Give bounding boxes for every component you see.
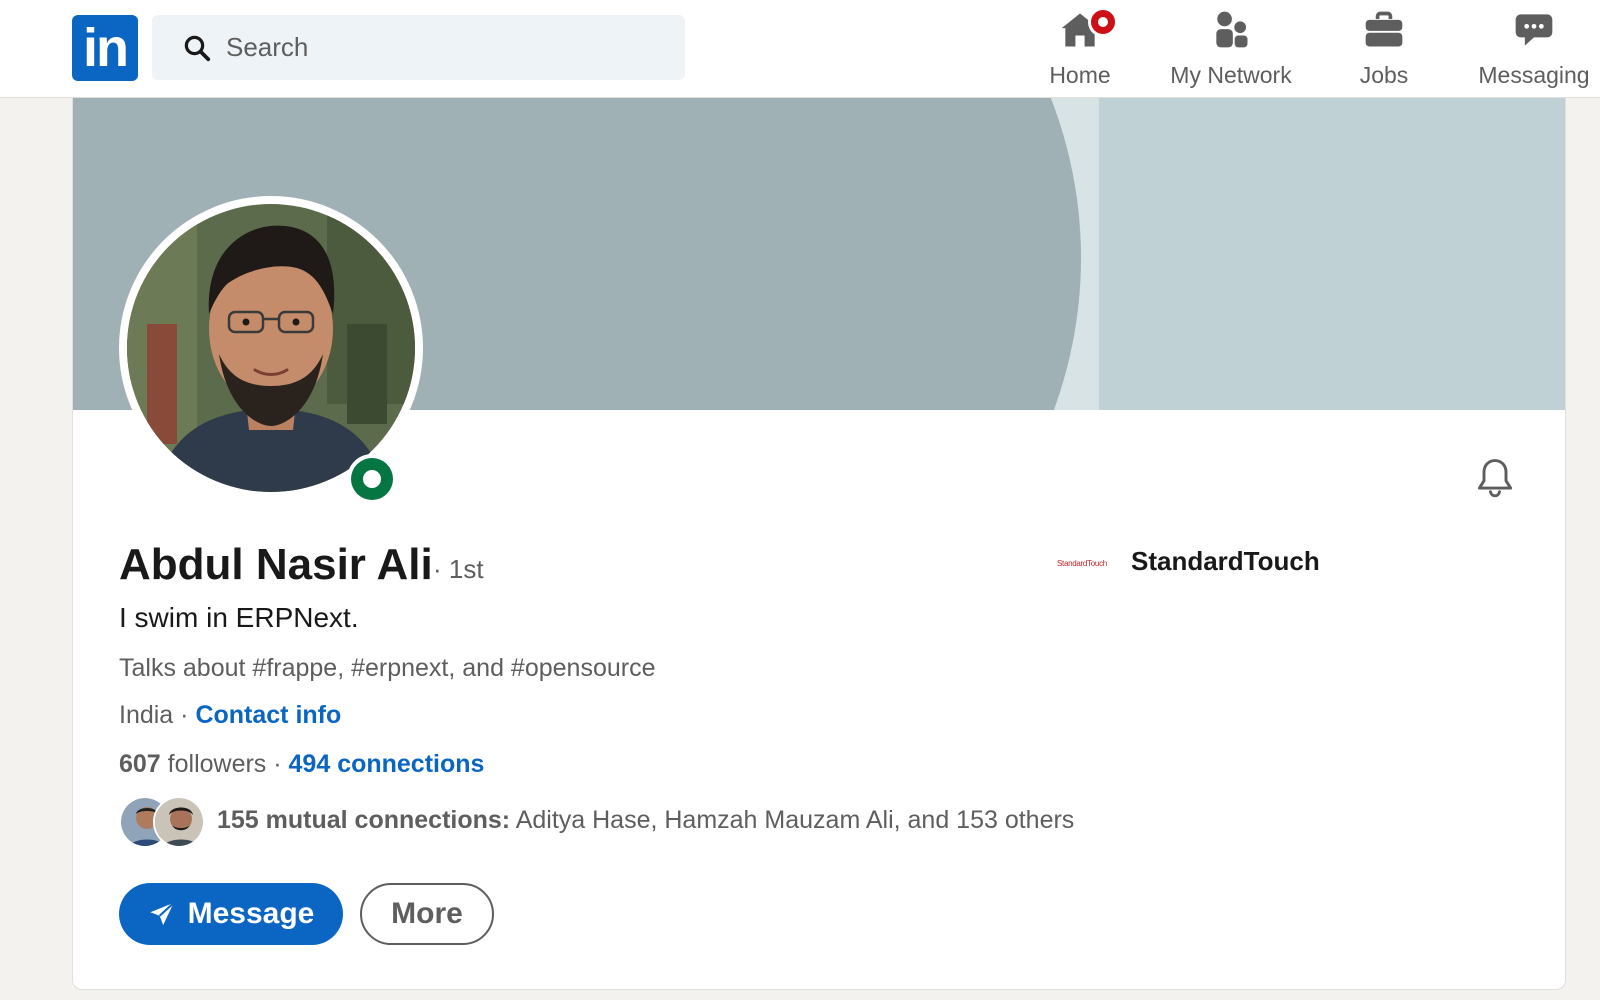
company-name: StandardTouch [1131,546,1320,576]
company-logo: StandardTouch [1057,559,1107,568]
mutual-avatar [153,796,205,848]
connection-degree: · 1st [433,554,484,584]
nav-home[interactable]: Home [1039,7,1121,92]
mutual-count: 155 mutual connections: [217,806,511,834]
notification-badge [1088,7,1118,37]
home-icon [1058,7,1118,52]
profile-name: Abdul Nasir Ali [119,540,433,589]
search-bar[interactable] [152,15,685,80]
location-row: India · Contact info [119,701,341,730]
search-icon [184,35,211,62]
mutual-names: Aditya Hase, Hamzah Mauzam Ali, and 153 … [510,806,1075,834]
search-input[interactable] [226,15,666,80]
profile-card: Abdul Nasir Ali · 1st I swim in ERPNext.… [72,98,1566,990]
nav-home-label: Home [1049,62,1111,88]
message-button[interactable]: Message [119,883,343,945]
nav-my-network-label: My Network [1170,62,1292,88]
briefcase-icon [1362,8,1406,52]
top-nav: in Home My Network [0,0,1600,98]
stats-separator: · [266,750,289,778]
messaging-icon [1512,8,1556,52]
linkedin-logo[interactable]: in [72,15,138,81]
more-button[interactable]: More [360,883,494,945]
location-separator: · [173,701,196,729]
message-button-label: Message [187,897,315,930]
online-status-badge [347,454,397,504]
nav-messaging[interactable]: Messaging [1468,8,1600,92]
mutual-connections-text: 155 mutual connections: Aditya Hase, Ham… [217,806,1074,835]
followers-count: 607 [119,750,161,778]
banner-right-panel [1099,98,1565,410]
bell-icon[interactable] [1473,455,1517,501]
profile-photo [127,204,415,492]
mutual-avatars [119,796,209,848]
followers-label: followers [160,750,267,778]
profile-headline: I swim in ERPNext. [119,602,359,633]
nav-jobs-label: Jobs [1359,62,1409,88]
contact-info-link[interactable]: Contact info [195,701,341,729]
location-text: India [119,701,174,729]
nav-jobs[interactable]: Jobs [1338,8,1430,92]
nav-my-network[interactable]: My Network [1160,8,1302,92]
stats-row: 607 followers · 494 connections [119,750,484,779]
talks-about: Talks about #frappe, #erpnext, and #open… [119,654,656,682]
network-icon [1209,8,1253,52]
connections-link[interactable]: 494 connections [289,750,485,778]
nav-messaging-label: Messaging [1478,62,1590,88]
send-icon [149,902,175,926]
